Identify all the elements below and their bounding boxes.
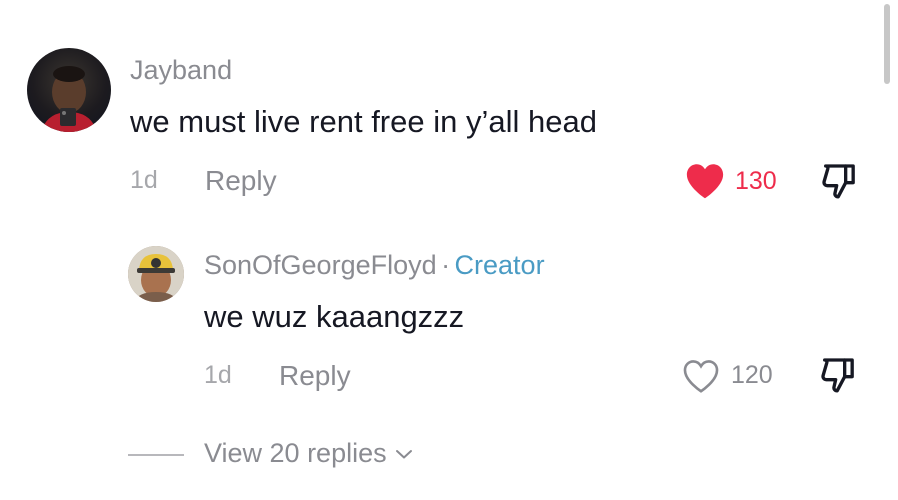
heart-icon[interactable]: [684, 162, 726, 200]
divider-line: [128, 454, 184, 456]
heart-icon[interactable]: [681, 358, 721, 394]
avatar[interactable]: [128, 246, 184, 302]
thumbs-down-icon[interactable]: [817, 355, 859, 395]
creator-badge: Creator: [454, 250, 545, 280]
separator-dot: ·: [441, 250, 451, 280]
thumbs-down-icon[interactable]: [818, 161, 860, 201]
comment-date: 1d: [130, 166, 158, 194]
reply-date: 1d: [204, 361, 232, 389]
reply-text: we wuz kaaangzzz: [204, 299, 465, 334]
scrollbar[interactable]: [884, 4, 890, 84]
reply-button[interactable]: Reply: [205, 167, 277, 195]
avatar[interactable]: [27, 48, 111, 132]
like-count: 130: [735, 167, 777, 195]
reply-username[interactable]: SonOfGeorgeFloyd: [204, 250, 437, 280]
comment-text: we must live rent free in y’all head: [130, 104, 597, 139]
reply-button[interactable]: Reply: [279, 362, 351, 390]
reply-header: SonOfGeorgeFloyd · Creator: [204, 252, 545, 279]
view-replies-label: View 20 replies: [204, 438, 387, 468]
view-replies-button[interactable]: View 20 replies: [204, 440, 413, 467]
comment-username[interactable]: Jayband: [130, 57, 232, 84]
avatar-photo: [41, 66, 97, 132]
avatar-photo: [128, 246, 184, 302]
like-count: 120: [731, 361, 773, 389]
chevron-down-icon: [395, 448, 413, 460]
